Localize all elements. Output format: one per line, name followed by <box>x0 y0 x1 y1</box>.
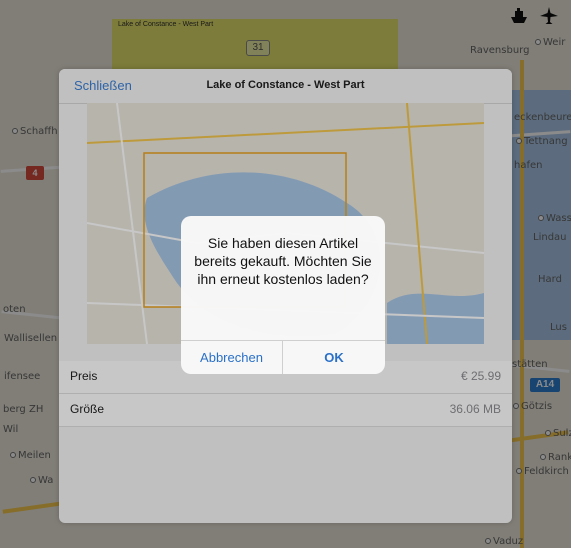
ok-button[interactable]: OK <box>283 341 385 374</box>
alert-message: Sie haben diesen Artikel bereits gekauft… <box>194 235 372 287</box>
confirm-alert: Sie haben diesen Artikel bereits gekauft… <box>181 216 385 374</box>
cancel-button[interactable]: Abbrechen <box>181 341 282 374</box>
